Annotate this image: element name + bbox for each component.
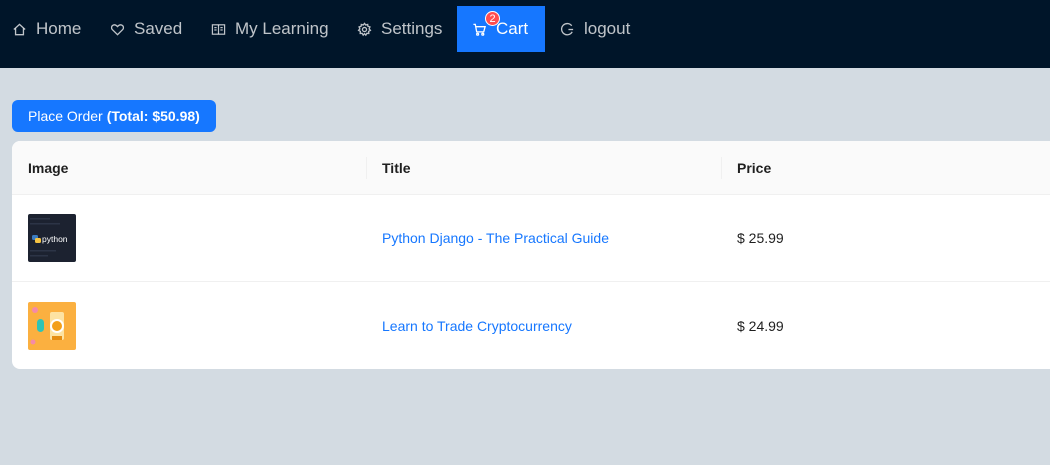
- table-row: python Python Django - The Practical Gui…: [12, 195, 1050, 282]
- python-logo-text: python: [42, 234, 68, 244]
- nav-saved-label: Saved: [134, 19, 183, 38]
- nav-cart[interactable]: 2 Cart: [457, 6, 546, 52]
- price-cell: $ 24.99: [737, 317, 784, 334]
- course-title-link[interactable]: Python Django - The Practical Guide: [382, 230, 609, 246]
- title-cell: Python Django - The Practical Guide: [366, 195, 721, 281]
- nav-my-learning[interactable]: My Learning: [211, 6, 329, 52]
- place-order-label: Place Order: [28, 108, 103, 124]
- column-header-image: Image: [28, 159, 69, 176]
- nav-settings-label: Settings: [381, 19, 443, 38]
- nav-home-label: Home: [36, 19, 82, 38]
- logout-icon: [560, 22, 574, 35]
- column-header-title: Title: [366, 141, 721, 194]
- home-icon: [13, 22, 26, 35]
- image-cell: python: [12, 195, 366, 281]
- course-title-link[interactable]: Learn to Trade Cryptocurrency: [382, 318, 572, 334]
- nav-home[interactable]: Home: [12, 6, 81, 52]
- place-order-button[interactable]: Place Order (Total: $50.98): [12, 100, 216, 132]
- book-icon: [211, 23, 226, 35]
- table-row: Learn to Trade Cryptocurrency $ 24.99: [12, 282, 1050, 369]
- order-total: (Total: $50.98): [106, 108, 200, 124]
- price-cell: $ 25.99: [737, 230, 784, 246]
- top-navbar: Home Saved My Learning Settings 2 Cart l…: [0, 0, 1050, 68]
- nav-logout[interactable]: logout: [560, 6, 630, 52]
- table-header: Image Title Price: [12, 141, 1050, 195]
- shopping-cart-icon: [473, 23, 486, 36]
- course-thumbnail-python: python: [28, 214, 76, 262]
- nav-cart-label: Cart: [496, 19, 529, 38]
- cart-count-badge: 2: [485, 11, 500, 26]
- cart-table: Image Title Price python Python Django -…: [12, 141, 1050, 369]
- column-header-price: Price: [721, 141, 1050, 194]
- nav-my-learning-label: My Learning: [235, 19, 329, 38]
- heart-icon: [110, 23, 125, 36]
- gear-icon: [357, 21, 372, 36]
- title-cell: Learn to Trade Cryptocurrency: [366, 282, 721, 369]
- nav-logout-label: logout: [584, 19, 631, 38]
- nav-saved[interactable]: Saved: [110, 6, 182, 52]
- image-cell: [12, 282, 366, 369]
- course-thumbnail-crypto: [28, 301, 76, 350]
- nav-settings[interactable]: Settings: [357, 6, 442, 52]
